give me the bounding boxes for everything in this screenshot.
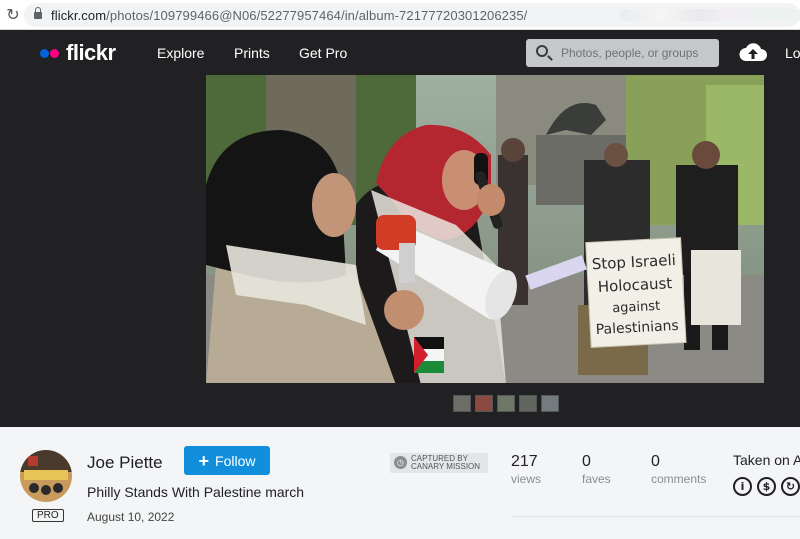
pro-badge: PRO (32, 509, 64, 522)
url-domain: flickr.com (51, 7, 107, 23)
main-photo[interactable]: Stop Israeli Holocaust against Palestini… (206, 75, 764, 383)
captured-by-badge[interactable]: ◷ CAPTURED BY CANARY MISSION (390, 453, 488, 473)
thumbnail[interactable] (453, 395, 471, 412)
photo-scene: Stop Israeli Holocaust against Palestini… (206, 75, 764, 383)
url-path: /photos/109799466@N06/52277957464/in/alb… (106, 7, 528, 23)
thumbnail[interactable] (519, 395, 537, 412)
photo-stage: Stop Israeli Holocaust against Palestini… (0, 75, 800, 427)
views-stat: 217 views (511, 453, 541, 486)
photo-thumbnail-strip (453, 395, 559, 412)
reload-icon[interactable]: ↻ (0, 5, 26, 24)
photo-info-panel: PRO Joe Piette + Follow Philly Stands Wi… (0, 427, 800, 539)
faves-stat: 0 faves (582, 453, 611, 486)
plus-icon: + (198, 450, 210, 471)
faves-count: 0 (582, 453, 591, 470)
faves-label: faves (582, 472, 611, 486)
blurred-extensions (620, 9, 800, 21)
url-field[interactable]: flickr.com/photos/109799466@N06/52277957… (24, 3, 800, 27)
search-placeholder: Photos, people, or groups (561, 46, 699, 60)
views-count: 217 (511, 453, 538, 470)
license-sharealike-icon[interactable]: ↻ (781, 477, 800, 496)
upload-cloud-icon[interactable] (739, 42, 767, 62)
follow-label: Follow (215, 452, 256, 469)
author-name[interactable]: Joe Piette (87, 453, 163, 473)
taken-on-text: Taken on A (733, 452, 800, 468)
url-text: flickr.com/photos/109799466@N06/52277957… (51, 8, 527, 23)
search-icon[interactable] (536, 45, 548, 57)
thumbnail[interactable] (497, 395, 515, 412)
stats-divider (511, 516, 800, 517)
search-input[interactable]: Photos, people, or groups (526, 39, 719, 67)
login-link[interactable]: Lo (785, 45, 800, 61)
nav-prints[interactable]: Prints (234, 45, 270, 61)
site-header: flickr Explore Prints Get Pro Photos, pe… (0, 30, 800, 75)
nav-get-pro[interactable]: Get Pro (299, 45, 347, 61)
thumbnail[interactable] (541, 395, 559, 412)
logo-blue-dot (40, 48, 49, 58)
captured-line-2: CANARY MISSION (411, 462, 481, 471)
follow-button[interactable]: + Follow (184, 446, 270, 475)
nav-explore[interactable]: Explore (157, 45, 204, 61)
thumbnail[interactable] (475, 395, 493, 412)
browser-address-bar: ↻ flickr.com/photos/109799466@N06/522779… (0, 0, 800, 30)
logo-pink-dot (50, 48, 59, 58)
comments-label: comments (651, 472, 707, 486)
comments-count: 0 (651, 453, 660, 470)
photo-title: Philly Stands With Palestine march (87, 484, 305, 500)
license-noncommercial-icon[interactable]: $ (757, 477, 776, 496)
license-info-icon[interactable]: i (733, 477, 752, 496)
photo-date: August 10, 2022 (87, 510, 175, 524)
views-label: views (511, 472, 542, 486)
captured-badge-text: CAPTURED BY CANARY MISSION (411, 455, 480, 471)
lock-icon[interactable] (34, 6, 42, 20)
clock-icon: ◷ (394, 456, 407, 469)
flickr-logo[interactable]: flickr (40, 40, 116, 66)
avatar[interactable] (20, 450, 72, 502)
sign-line-3: against (612, 299, 661, 316)
logo-text: flickr (66, 40, 116, 65)
comments-stat: 0 comments (651, 453, 706, 486)
